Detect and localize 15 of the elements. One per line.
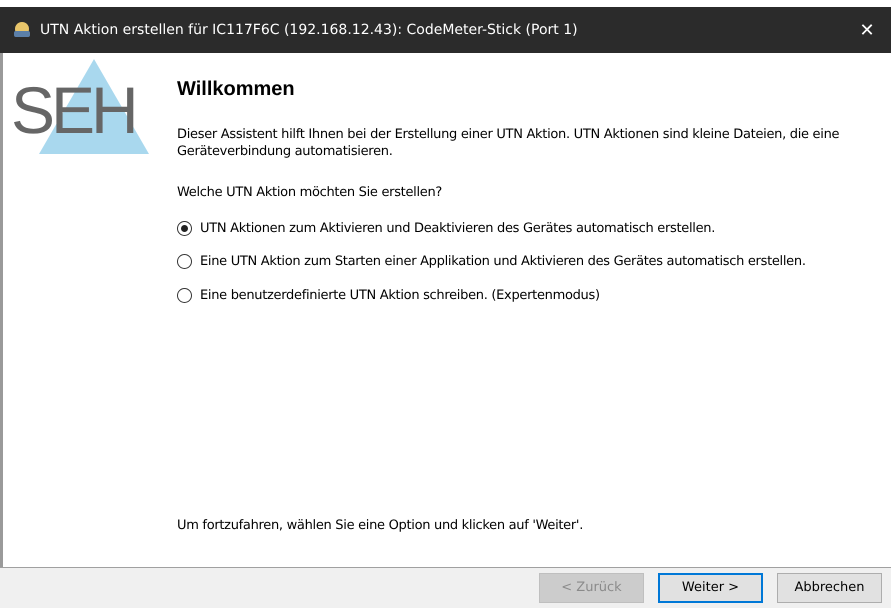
heading: Willkommen — [177, 77, 296, 102]
radio-button[interactable] — [177, 254, 192, 270]
option-label[interactable]: UTN Aktionen zum Aktivieren und Deaktivieren des Gerätes automatisch erstellen. — [200, 218, 716, 238]
option-label[interactable]: Eine UTN Aktion zum Starten einer Applikation und Aktivieren des Gerätes automatisch erstellen. — [200, 252, 806, 272]
window-title: UTN Aktion erstellen für IC117F6C (192.168.12.43): CodeMeter-Stick (Port 1) — [40, 20, 578, 40]
question: Welche UTN Aktion möchten Sie erstellen? — [177, 184, 444, 202]
app-icon — [12, 21, 32, 39]
close-button[interactable]: ✕ — [847, 10, 887, 50]
hint-text: Um fortzufahren, wählen Sie eine Option und klicken auf 'Weiter'. — [177, 516, 584, 534]
radio-button[interactable] — [177, 220, 192, 236]
radio-button[interactable] — [177, 288, 192, 303]
dialog-button[interactable]: Abbrechen — [777, 573, 882, 603]
description: Dieser Assistent hilft Ihnen bei der Erstellung einer UTN Aktion. UTN Aktionen sind kleine Dateien, die eine Geräteverbindung automatisieren. — [177, 126, 840, 160]
dialog-button[interactable]: Weiter > — [658, 573, 763, 603]
option-label[interactable]: Eine benutzerdefinierte UTN Aktion schreiben. (Expertenmodus) — [200, 286, 600, 305]
